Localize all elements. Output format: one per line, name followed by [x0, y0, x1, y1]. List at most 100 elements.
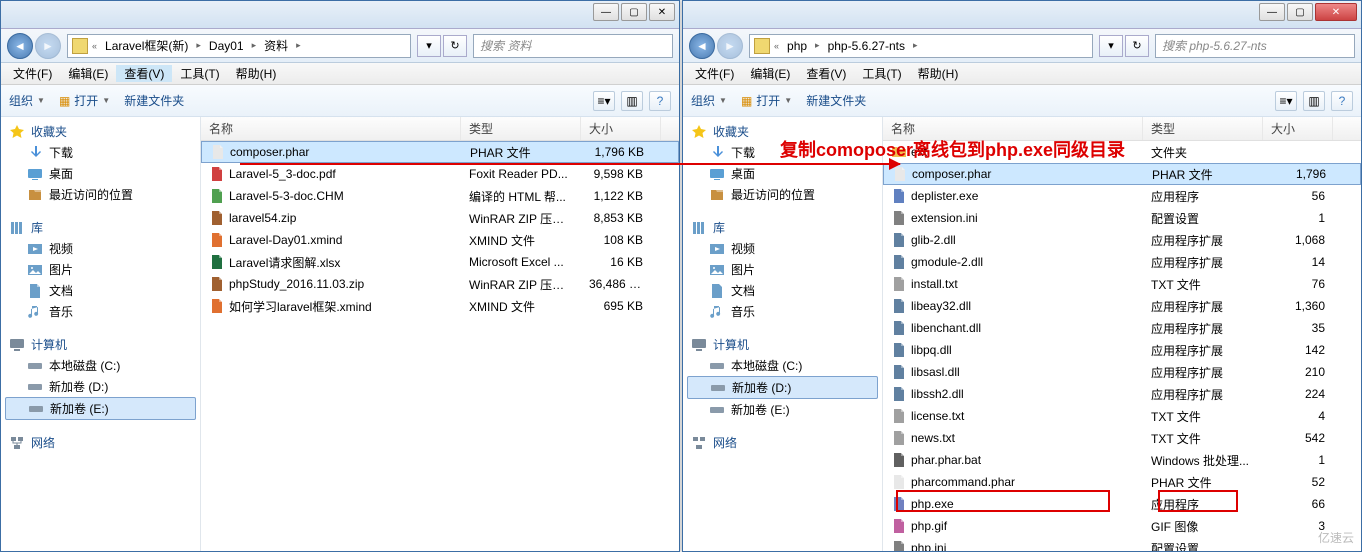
col-name[interactable]: 名称 — [883, 117, 1143, 140]
sidebar-item-pictures[interactable]: 图片 — [683, 259, 882, 280]
forward-button[interactable]: ► — [717, 33, 743, 59]
file-row[interactable]: php.gif GIF 图像 3 — [883, 515, 1361, 537]
file-row[interactable]: deplister.exe 应用程序 56 — [883, 185, 1361, 207]
file-row[interactable]: phpStudy_2016.11.03.zip WinRAR ZIP 压缩...… — [201, 273, 679, 295]
sidebar-network[interactable]: 网络 — [1, 432, 200, 453]
file-row[interactable]: Laravel-Day01.xmind XMIND 文件 108 KB — [201, 229, 679, 251]
file-row[interactable]: php.exe 应用程序 66 — [883, 493, 1361, 515]
sidebar-item-pictures[interactable]: 图片 — [1, 259, 200, 280]
sidebar-favorites[interactable]: 收藏夹 — [683, 121, 882, 142]
menu-edit[interactable]: 编辑(E) — [60, 65, 116, 82]
col-type[interactable]: 类型 — [461, 117, 581, 140]
file-row[interactable]: extension.ini 配置设置 1 — [883, 207, 1361, 229]
menu-help[interactable]: 帮助(H) — [910, 65, 967, 82]
open-button[interactable]: ▦打开▼ — [59, 92, 110, 109]
file-row[interactable]: pharcommand.phar PHAR 文件 52 — [883, 471, 1361, 493]
file-row[interactable]: ext 文件夹 — [883, 141, 1361, 163]
sidebar-item-desktop[interactable]: 桌面 — [683, 163, 882, 184]
refresh-button[interactable]: ↻ — [443, 35, 467, 57]
minimize-button[interactable]: — — [1259, 3, 1285, 21]
new-folder-button[interactable]: 新建文件夹 — [124, 92, 184, 109]
sidebar-item-disk-d[interactable]: 新加卷 (D:) — [687, 376, 878, 399]
dropdown-button[interactable]: ▾ — [417, 35, 441, 57]
col-size[interactable]: 大小 — [581, 117, 661, 140]
col-name[interactable]: 名称 — [201, 117, 461, 140]
forward-button[interactable]: ► — [35, 33, 61, 59]
file-row[interactable]: composer.phar PHAR 文件 1,796 KB — [201, 141, 679, 163]
file-row[interactable]: libpq.dll 应用程序扩展 142 — [883, 339, 1361, 361]
file-row[interactable]: libssh2.dll 应用程序扩展 224 — [883, 383, 1361, 405]
maximize-button[interactable]: ▢ — [1287, 3, 1313, 21]
organize-button[interactable]: 组织▼ — [691, 92, 727, 109]
sidebar-network[interactable]: 网络 — [683, 432, 882, 453]
file-row[interactable]: glib-2.dll 应用程序扩展 1,068 — [883, 229, 1361, 251]
maximize-button[interactable]: ▢ — [621, 3, 647, 21]
sidebar-item-disk-e[interactable]: 新加卷 (E:) — [683, 399, 882, 420]
file-row[interactable]: laravel54.zip WinRAR ZIP 压缩... 8,853 KB — [201, 207, 679, 229]
view-mode-button[interactable]: ≡▾ — [1275, 91, 1297, 111]
sidebar-item-disk-c[interactable]: 本地磁盘 (C:) — [683, 355, 882, 376]
file-row[interactable]: php.ini 配置设置 — [883, 537, 1361, 551]
col-size[interactable]: 大小 — [1263, 117, 1333, 140]
file-row[interactable]: Laravel-5-3-doc.CHM 编译的 HTML 帮... 1,122 … — [201, 185, 679, 207]
open-button[interactable]: ▦打开▼ — [741, 92, 792, 109]
sidebar-item-documents[interactable]: 文档 — [683, 280, 882, 301]
dropdown-button[interactable]: ▾ — [1099, 35, 1123, 57]
minimize-button[interactable]: — — [593, 3, 619, 21]
menu-file[interactable]: 文件(F) — [5, 65, 60, 82]
sidebar-item-music[interactable]: 音乐 — [683, 301, 882, 322]
menu-tools[interactable]: 工具(T) — [854, 65, 909, 82]
menu-edit[interactable]: 编辑(E) — [742, 65, 798, 82]
sidebar-item-disk-e[interactable]: 新加卷 (E:) — [5, 397, 196, 420]
refresh-button[interactable]: ↻ — [1125, 35, 1149, 57]
preview-button[interactable]: ▥ — [621, 91, 643, 111]
sidebar-item-videos[interactable]: 视频 — [1, 238, 200, 259]
menu-view[interactable]: 查看(V) — [798, 65, 854, 82]
file-row[interactable]: 如何学习laravel框架.xmind XMIND 文件 695 KB — [201, 295, 679, 317]
breadcrumb[interactable]: « Laravel框架(新)▸ Day01▸ 资料▸ — [67, 34, 411, 58]
sidebar-item-downloads[interactable]: 下载 — [683, 142, 882, 163]
help-button[interactable]: ? — [649, 91, 671, 111]
close-button[interactable]: ✕ — [649, 3, 675, 21]
menu-help[interactable]: 帮助(H) — [228, 65, 285, 82]
titlebar[interactable]: — ▢ ✕ — [1, 1, 679, 29]
sidebar-item-desktop[interactable]: 桌面 — [1, 163, 200, 184]
sidebar-item-downloads[interactable]: 下载 — [1, 142, 200, 163]
file-row[interactable]: Laravel-5_3-doc.pdf Foxit Reader PD... 9… — [201, 163, 679, 185]
sidebar-item-documents[interactable]: 文档 — [1, 280, 200, 301]
file-row[interactable]: gmodule-2.dll 应用程序扩展 14 — [883, 251, 1361, 273]
search-input[interactable]: 搜索 资料 — [473, 34, 673, 58]
back-button[interactable]: ◄ — [7, 33, 33, 59]
menu-view[interactable]: 查看(V) — [116, 65, 172, 82]
sidebar-item-disk-c[interactable]: 本地磁盘 (C:) — [1, 355, 200, 376]
breadcrumb[interactable]: « php▸ php-5.6.27-nts▸ — [749, 34, 1093, 58]
new-folder-button[interactable]: 新建文件夹 — [806, 92, 866, 109]
file-row[interactable]: libenchant.dll 应用程序扩展 35 — [883, 317, 1361, 339]
close-button[interactable]: ✕ — [1315, 3, 1357, 21]
menu-tools[interactable]: 工具(T) — [172, 65, 227, 82]
organize-button[interactable]: 组织▼ — [9, 92, 45, 109]
sidebar-favorites[interactable]: 收藏夹 — [1, 121, 200, 142]
help-button[interactable]: ? — [1331, 91, 1353, 111]
file-row[interactable]: Laravel请求图解.xlsx Microsoft Excel ... 16 … — [201, 251, 679, 273]
sidebar-computer[interactable]: 计算机 — [683, 334, 882, 355]
file-row[interactable]: install.txt TXT 文件 76 — [883, 273, 1361, 295]
view-mode-button[interactable]: ≡▾ — [593, 91, 615, 111]
sidebar-item-videos[interactable]: 视频 — [683, 238, 882, 259]
preview-button[interactable]: ▥ — [1303, 91, 1325, 111]
file-row[interactable]: libeay32.dll 应用程序扩展 1,360 — [883, 295, 1361, 317]
sidebar-item-disk-d[interactable]: 新加卷 (D:) — [1, 376, 200, 397]
back-button[interactable]: ◄ — [689, 33, 715, 59]
file-row[interactable]: composer.phar PHAR 文件 1,796 — [883, 163, 1361, 185]
file-row[interactable]: libsasl.dll 应用程序扩展 210 — [883, 361, 1361, 383]
sidebar-item-music[interactable]: 音乐 — [1, 301, 200, 322]
search-input[interactable]: 搜索 php-5.6.27-nts — [1155, 34, 1355, 58]
file-row[interactable]: news.txt TXT 文件 542 — [883, 427, 1361, 449]
file-row[interactable]: phar.phar.bat Windows 批处理... 1 — [883, 449, 1361, 471]
menu-file[interactable]: 文件(F) — [687, 65, 742, 82]
titlebar[interactable]: — ▢ ✕ — [683, 1, 1361, 29]
sidebar-libraries[interactable]: 库 — [1, 217, 200, 238]
col-type[interactable]: 类型 — [1143, 117, 1263, 140]
sidebar-computer[interactable]: 计算机 — [1, 334, 200, 355]
sidebar-item-recent[interactable]: 最近访问的位置 — [1, 184, 200, 205]
